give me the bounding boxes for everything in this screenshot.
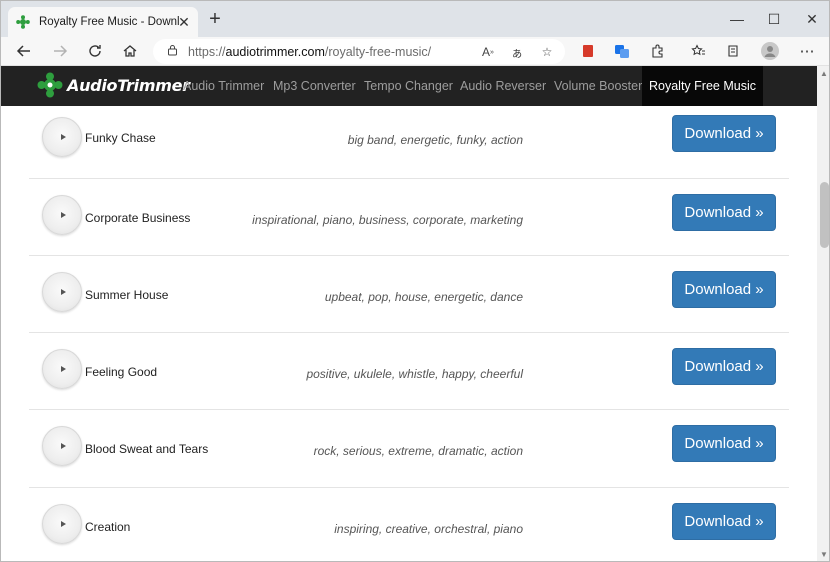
nav-mp3-converter[interactable]: Mp3 Converter	[273, 66, 356, 106]
track-row: Blood Sweat and Tears rock, serious, ext…	[29, 409, 789, 486]
play-icon	[60, 443, 66, 449]
add-favorite-icon[interactable]: ☆	[538, 43, 556, 61]
play-button[interactable]	[42, 195, 82, 235]
play-icon	[60, 289, 66, 295]
track-title: Blood Sweat and Tears	[85, 442, 209, 456]
scroll-up-icon[interactable]: ▲	[820, 70, 828, 78]
play-button[interactable]	[42, 117, 82, 157]
play-button[interactable]	[42, 349, 82, 389]
browser-toolbar: https://audiotrimmer.com/royalty-free-mu…	[1, 37, 829, 66]
site-favicon-icon	[16, 15, 30, 29]
track-tags: big band, energetic, funky, action	[347, 133, 523, 147]
track-row: Feeling Good positive, ukulele, whistle,…	[29, 332, 789, 409]
nav-royalty-free-music[interactable]: Royalty Free Music	[642, 66, 763, 106]
site-navbar: AudioTrimmer Audio Trimmer Mp3 Converter…	[1, 66, 829, 106]
nav-audio-reverser[interactable]: Audio Reverser	[460, 66, 546, 106]
browser-tab[interactable]: Royalty Free Music - Download F ✕	[8, 7, 198, 37]
back-icon[interactable]	[12, 40, 36, 62]
collections-icon[interactable]	[721, 40, 745, 62]
download-button[interactable]: Download »	[672, 271, 776, 308]
nav-audio-trimmer[interactable]: Audio Trimmer	[183, 66, 264, 106]
track-title: Creation	[85, 520, 131, 534]
download-button[interactable]: Download »	[672, 115, 776, 152]
play-icon	[60, 134, 66, 140]
more-menu-icon[interactable]: ⋯	[795, 40, 819, 62]
track-tags: rock, serious, extreme, dramatic, action	[313, 444, 523, 458]
track-title: Funky Chase	[85, 131, 156, 145]
site-logo[interactable]: AudioTrimmer	[37, 72, 190, 98]
download-button[interactable]: Download »	[672, 348, 776, 385]
track-tags: positive, ukulele, whistle, happy, cheer…	[306, 367, 523, 381]
new-tab-button[interactable]: +	[205, 9, 225, 30]
track-title: Feeling Good	[85, 365, 158, 379]
track-row: Creation inspiring, creative, orchestral…	[29, 487, 789, 561]
home-icon[interactable]	[118, 40, 142, 62]
lock-icon[interactable]	[167, 43, 178, 61]
read-aloud-icon[interactable]: A»	[479, 43, 497, 61]
nav-tempo-changer[interactable]: Tempo Changer	[364, 66, 453, 106]
refresh-icon[interactable]	[83, 40, 107, 62]
url-path: /royalty-free-music/	[324, 44, 432, 59]
download-button[interactable]: Download »	[672, 425, 776, 462]
vertical-scrollbar[interactable]: ▲ ▼	[817, 66, 829, 561]
track-list: Funky Chase big band, energetic, funky, …	[1, 106, 817, 561]
browser-window: Royalty Free Music - Download F ✕ + — ☐ …	[0, 0, 830, 562]
download-button[interactable]: Download »	[672, 503, 776, 540]
address-bar[interactable]: https://audiotrimmer.com/royalty-free-mu…	[153, 39, 565, 64]
play-button[interactable]	[42, 504, 82, 544]
url-host: audiotrimmer.com	[225, 44, 325, 59]
close-window-button[interactable]: ✕	[802, 9, 822, 29]
url-scheme: https://	[188, 44, 226, 59]
track-row: Corporate Business inspirational, piano,…	[29, 178, 789, 255]
tab-close-icon[interactable]: ✕	[176, 14, 192, 30]
brand-name: AudioTrimmer	[67, 75, 190, 95]
track-title: Summer House	[85, 288, 169, 302]
profile-avatar-icon[interactable]	[758, 40, 782, 62]
extension-red-icon[interactable]	[576, 40, 600, 62]
download-button[interactable]: Download »	[672, 194, 776, 231]
favorites-icon[interactable]	[686, 40, 710, 62]
play-button[interactable]	[42, 272, 82, 312]
translator-extension-icon[interactable]	[610, 40, 634, 62]
scroll-down-icon[interactable]: ▼	[820, 551, 828, 559]
track-tags: upbeat, pop, house, energetic, dance	[324, 290, 523, 304]
translate-icon[interactable]: ぁ	[508, 43, 526, 61]
address-url: https://audiotrimmer.com/royalty-free-mu…	[188, 45, 431, 59]
track-tags: inspirational, piano, business, corporat…	[252, 213, 523, 227]
play-button[interactable]	[42, 426, 82, 466]
tab-strip: Royalty Free Music - Download F ✕ + — ☐ …	[1, 1, 829, 37]
track-row: Summer House upbeat, pop, house, energet…	[29, 255, 789, 332]
extensions-puzzle-icon[interactable]	[646, 40, 670, 62]
nav-volume-booster[interactable]: Volume Booster	[554, 66, 642, 106]
track-tags: inspiring, creative, orchestral, piano	[334, 522, 523, 536]
track-title: Corporate Business	[85, 211, 191, 225]
minimize-button[interactable]: —	[727, 9, 747, 29]
play-icon	[60, 521, 66, 527]
scrollbar-thumb[interactable]	[820, 182, 829, 248]
forward-icon[interactable]	[48, 40, 72, 62]
play-icon	[60, 212, 66, 218]
maximize-button[interactable]: ☐	[764, 9, 784, 29]
audiotrimmer-logo-icon	[37, 72, 63, 98]
tab-title: Royalty Free Music - Download F	[39, 16, 179, 28]
play-icon	[60, 366, 66, 372]
track-row: Funky Chase big band, energetic, funky, …	[29, 106, 789, 183]
